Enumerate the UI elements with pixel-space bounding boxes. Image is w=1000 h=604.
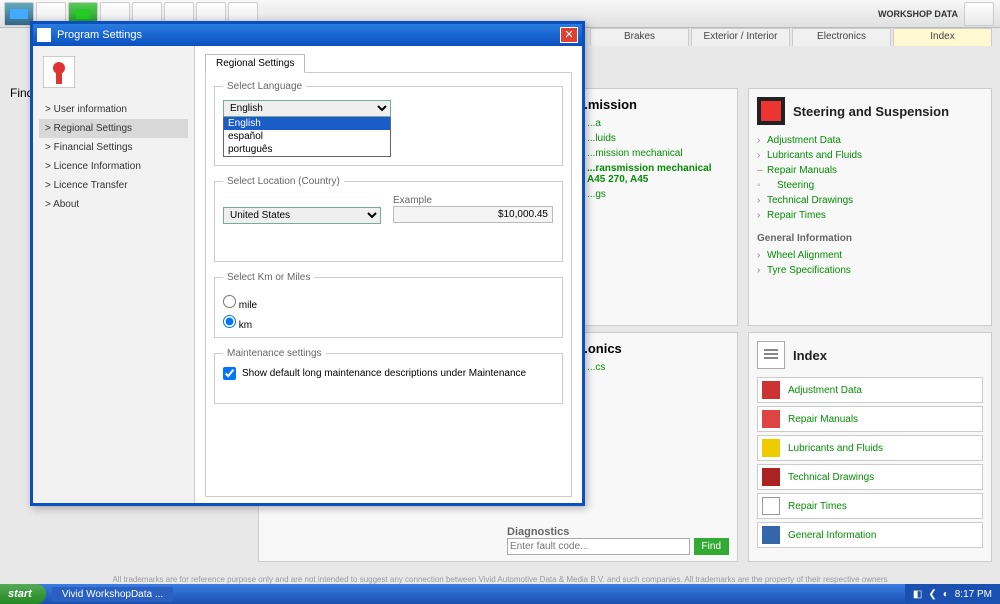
link-repair-manuals[interactable]: Repair Manuals [757, 163, 983, 178]
tab-brakes[interactable]: Brakes [590, 28, 689, 46]
country-select[interactable]: United States [223, 207, 381, 224]
index-row-repair-manuals[interactable]: Repair Manuals [757, 406, 983, 432]
maintenance-checkbox-label[interactable]: Show default long maintenance descriptio… [223, 367, 554, 380]
link-steering[interactable]: Steering [757, 178, 983, 193]
system-tray[interactable]: ◧ ❮ ◐ 8:17 PM [905, 584, 1000, 604]
adjustment-icon [762, 381, 780, 399]
maintenance-checkbox[interactable] [223, 367, 236, 380]
steering-title: Steering and Suspension [793, 104, 949, 119]
settings-logo-icon [43, 56, 75, 88]
lang-option-espanol[interactable]: español [224, 130, 390, 143]
radio-mile-label[interactable]: mile [223, 295, 554, 311]
radio-mile[interactable] [223, 295, 236, 308]
link-item[interactable]: ...a [577, 116, 729, 131]
index-row-general[interactable]: General Information [757, 522, 983, 548]
diagnostics-label: Diagnostics [507, 526, 729, 538]
tab-electronics[interactable]: Electronics [792, 28, 891, 46]
link-tech-drawings[interactable]: Technical Drawings [757, 193, 983, 208]
index-panel: Index Adjustment Data Repair Manuals Lub… [748, 332, 992, 562]
dialog-titlebar[interactable]: Program Settings ✕ [33, 24, 582, 46]
info-icon [762, 526, 780, 544]
manual-icon [762, 410, 780, 428]
select-location-group: Select Location (Country) United States … [214, 176, 563, 262]
dialog-sidebar: User information Regional Settings Finan… [33, 46, 195, 503]
sidebar-item-financial[interactable]: Financial Settings [39, 138, 188, 157]
example-label: Example [393, 195, 553, 206]
index-row-adjustment[interactable]: Adjustment Data [757, 377, 983, 403]
link-item[interactable]: ...ransmission mechanical A45 270, A45 [577, 161, 729, 187]
gi-heading: General Information [757, 233, 983, 244]
transmission-title: ...mission [577, 97, 729, 112]
index-title: Index [793, 348, 827, 363]
lubricant-icon [762, 439, 780, 457]
link-wheel-align[interactable]: Wheel Alignment [757, 248, 983, 263]
steering-panel: Steering and Suspension Adjustment Data … [748, 88, 992, 326]
link-tyre-spec[interactable]: Tyre Specifications [757, 263, 983, 278]
tray-icon[interactable]: ◧ [913, 589, 922, 600]
link-lubricants[interactable]: Lubricants and Fluids [757, 148, 983, 163]
location-legend: Select Location (Country) [223, 176, 344, 187]
link-item[interactable]: ...luids [577, 131, 729, 146]
sidebar-item-user-info[interactable]: User information [39, 100, 188, 119]
language-legend: Select Language [223, 81, 306, 92]
index-row-times[interactable]: Repair Times [757, 493, 983, 519]
radio-km-label[interactable]: km [223, 315, 554, 331]
fault-code-input[interactable] [507, 538, 690, 555]
workshop-data-logo: WORKSHOP DATA [878, 9, 958, 19]
tray-icon[interactable]: ❮ [928, 589, 936, 600]
select-language-group: Select Language English English español … [214, 81, 563, 166]
sidebar-item-about[interactable]: About [39, 195, 188, 214]
tab-regional-settings[interactable]: Regional Settings [205, 54, 305, 73]
index-row-lubricants[interactable]: Lubricants and Fluids [757, 435, 983, 461]
dialog-title-text: Program Settings [57, 29, 142, 41]
steering-icon [757, 97, 785, 125]
sidebar-item-licence-transfer[interactable]: Licence Transfer [39, 176, 188, 195]
link-item[interactable]: ...gs [577, 187, 729, 202]
clock-icon [762, 497, 780, 515]
maintenance-legend: Maintenance settings [223, 348, 326, 359]
link-item[interactable]: ...mission mechanical [577, 146, 729, 161]
lang-option-english[interactable]: English [224, 117, 390, 130]
select-units-group: Select Km or Miles mile km [214, 272, 563, 338]
tab-exterior[interactable]: Exterior / Interior [691, 28, 790, 46]
taskbar-app[interactable]: Vivid WorkshopData ... [52, 587, 173, 602]
tray-icon[interactable]: ◐ [943, 589, 949, 600]
clock: 8:17 PM [955, 589, 992, 600]
sidebar-item-regional[interactable]: Regional Settings [39, 119, 188, 138]
units-legend: Select Km or Miles [223, 272, 314, 283]
example-value: $10,000.45 [393, 206, 553, 223]
link-adjustment[interactable]: Adjustment Data [757, 133, 983, 148]
footer-disclaimer: All trademarks are for reference purpose… [0, 575, 1000, 584]
start-button[interactable]: start [0, 584, 46, 604]
find-button[interactable]: Find [694, 538, 729, 555]
close-button[interactable]: ✕ [560, 27, 578, 43]
tab-index[interactable]: Index [893, 28, 992, 46]
program-settings-dialog: Program Settings ✕ User information Regi… [30, 21, 585, 506]
language-select[interactable]: English [223, 100, 391, 117]
sidebar-item-licence-info[interactable]: Licence Information [39, 157, 188, 176]
link-item[interactable]: ...cs [577, 360, 729, 375]
home-icon-button[interactable] [964, 2, 994, 26]
index-icon [757, 341, 785, 369]
drawings-icon [762, 468, 780, 486]
windows-taskbar: start Vivid WorkshopData ... ◧ ❮ ◐ 8:17 … [0, 584, 1000, 604]
link-repair-times[interactable]: Repair Times [757, 208, 983, 223]
maintenance-settings-group: Maintenance settings Show default long m… [214, 348, 563, 404]
electronics-title: ...onics [577, 341, 729, 356]
language-dropdown-list: English español português [223, 116, 391, 157]
radio-km[interactable] [223, 315, 236, 328]
index-row-drawings[interactable]: Technical Drawings [757, 464, 983, 490]
lang-option-portugues[interactable]: português [224, 143, 390, 156]
dialog-icon [37, 28, 51, 42]
